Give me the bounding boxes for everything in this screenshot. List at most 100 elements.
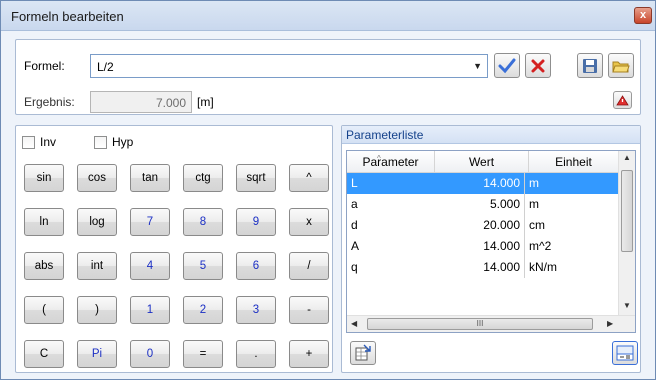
calc-key[interactable]: ^ bbox=[289, 164, 329, 192]
calc-key[interactable]: cos bbox=[77, 164, 117, 192]
window-title: Formeln bearbeiten bbox=[11, 9, 124, 24]
calc-key[interactable]: = bbox=[183, 340, 223, 368]
calc-key[interactable]: 2 bbox=[183, 296, 223, 324]
hyp-label: Hyp bbox=[112, 135, 134, 149]
column-header-parameter[interactable]: ^ Parameter bbox=[347, 151, 435, 173]
calc-key[interactable]: . bbox=[236, 340, 276, 368]
ab-equals-icon bbox=[616, 345, 634, 361]
calc-key[interactable]: 5 bbox=[183, 252, 223, 280]
column-header-wert[interactable]: Wert bbox=[435, 151, 529, 173]
parameter-row[interactable]: d 20.000 cm bbox=[347, 215, 619, 236]
parameter-list-header: Parameterliste bbox=[342, 126, 640, 144]
calc-key[interactable]: sqrt bbox=[236, 164, 276, 192]
calc-key[interactable]: ln bbox=[24, 208, 64, 236]
inv-checkbox[interactable] bbox=[22, 136, 35, 149]
parameter-row[interactable]: q 14.000 kN/m bbox=[347, 257, 619, 278]
table-import-icon bbox=[355, 344, 371, 361]
column-header-parameter-label: Parameter bbox=[362, 155, 419, 169]
parameter-value-cell: 5.000 bbox=[435, 194, 525, 215]
inv-label: Inv bbox=[40, 135, 57, 149]
result-unit: [m] bbox=[197, 95, 214, 109]
sort-arrow-icon: ^ bbox=[377, 154, 381, 163]
parameter-unit-cell: kN/m bbox=[529, 260, 557, 274]
scroll-grip: III bbox=[476, 319, 484, 328]
calc-key[interactable]: sin bbox=[24, 164, 64, 192]
parameter-name-cell: A bbox=[351, 239, 360, 253]
calc-key[interactable]: C bbox=[24, 340, 64, 368]
calculator-panel: Inv Hyp sin cos tan ctg sqrt ^ ln log 7 8 9 x abs int… bbox=[15, 125, 333, 373]
parameter-list-title: Parameterliste bbox=[346, 128, 424, 142]
calc-key[interactable]: 9 bbox=[236, 208, 276, 236]
calc-key[interactable]: ) bbox=[77, 296, 117, 324]
vertical-scroll-thumb[interactable] bbox=[621, 170, 633, 252]
import-parameters-button[interactable] bbox=[350, 341, 376, 365]
calc-key[interactable]: 1 bbox=[130, 296, 170, 324]
parameter-value-cell: 14.000 bbox=[435, 173, 525, 194]
formula-value: L/2 bbox=[97, 60, 114, 74]
parameter-row[interactable]: A 14.000 m^2 bbox=[347, 236, 619, 257]
scroll-right-icon[interactable]: ▶ bbox=[607, 319, 613, 328]
calc-key[interactable]: + bbox=[289, 340, 329, 368]
calc-key[interactable]: 4 bbox=[130, 252, 170, 280]
title-bar[interactable]: Formeln bearbeiten x bbox=[1, 1, 655, 31]
parameter-value-cell: 20.000 bbox=[435, 215, 525, 236]
parameter-row[interactable]: L 14.000 m bbox=[347, 173, 619, 194]
calc-key[interactable]: ctg bbox=[183, 164, 223, 192]
parameter-grid: ^ Parameter Wert Einheit L 14.000 m a 5.000 m… bbox=[346, 150, 636, 333]
open-folder-icon bbox=[612, 61, 630, 72]
result-label: Ergebnis: bbox=[24, 95, 75, 109]
open-button[interactable] bbox=[608, 53, 634, 78]
calc-key[interactable]: Pi bbox=[77, 340, 117, 368]
formula-input[interactable]: L/2 ▼ bbox=[90, 54, 488, 78]
formula-panel: Formel: L/2 ▼ Ergebnis: 7.000 [m] bbox=[15, 39, 641, 115]
hyp-checkbox[interactable] bbox=[94, 136, 107, 149]
floppy-disk-icon bbox=[583, 58, 597, 73]
calc-key[interactable]: x bbox=[289, 208, 329, 236]
result-value: 7.000 bbox=[155, 96, 186, 110]
parameter-unit-cell: m bbox=[529, 197, 539, 211]
calc-key[interactable]: 0 bbox=[130, 340, 170, 368]
result-field: 7.000 bbox=[90, 91, 192, 113]
calc-key[interactable]: 3 bbox=[236, 296, 276, 324]
formula-editor-dialog: Formeln bearbeiten x Formel: L/2 ▼ Ergeb… bbox=[0, 0, 656, 380]
calc-key[interactable]: 8 bbox=[183, 208, 223, 236]
close-icon: x bbox=[639, 9, 647, 21]
assign-value-button[interactable] bbox=[612, 341, 638, 365]
parameter-name-cell: d bbox=[351, 218, 358, 232]
column-header-einheit[interactable]: Einheit bbox=[529, 151, 619, 173]
column-header-wert-label: Wert bbox=[468, 155, 495, 169]
parameter-unit-cell: cm bbox=[529, 218, 545, 232]
parameter-unit-cell: m^2 bbox=[529, 239, 552, 253]
calc-key[interactable]: 7 bbox=[130, 208, 170, 236]
parameter-value-cell: 14.000 bbox=[435, 257, 525, 278]
parameter-row[interactable]: a 5.000 m bbox=[347, 194, 619, 215]
accept-button[interactable] bbox=[494, 53, 520, 78]
horizontal-scrollbar[interactable]: ◀ III ▶ bbox=[347, 315, 635, 332]
red-x-icon bbox=[531, 59, 545, 72]
reject-button[interactable] bbox=[525, 53, 551, 78]
close-button[interactable]: x bbox=[634, 7, 652, 24]
warning-triangle-icon bbox=[616, 94, 629, 105]
calc-key[interactable]: tan bbox=[130, 164, 170, 192]
calc-key[interactable]: / bbox=[289, 252, 329, 280]
warning-button[interactable] bbox=[613, 91, 632, 109]
scroll-up-icon[interactable]: ▲ bbox=[623, 153, 631, 162]
scroll-down-icon[interactable]: ▼ bbox=[623, 301, 631, 310]
vertical-scrollbar[interactable]: ▲ ▼ bbox=[618, 151, 635, 316]
calc-key[interactable]: abs bbox=[24, 252, 64, 280]
save-button[interactable] bbox=[577, 53, 603, 78]
parameter-unit-cell: m bbox=[529, 176, 539, 190]
checkmark-icon bbox=[498, 58, 516, 73]
calc-key[interactable]: int bbox=[77, 252, 117, 280]
calc-key[interactable]: log bbox=[77, 208, 117, 236]
parameter-name-cell: L bbox=[351, 176, 358, 190]
calc-key[interactable]: 6 bbox=[236, 252, 276, 280]
parameter-name-cell: q bbox=[351, 260, 358, 274]
parameter-value-cell: 14.000 bbox=[435, 236, 525, 257]
calc-key[interactable]: - bbox=[289, 296, 329, 324]
calc-key[interactable]: ( bbox=[24, 296, 64, 324]
parameter-panel: Parameterliste ^ Parameter Wert Einheit … bbox=[341, 125, 641, 373]
scroll-left-icon[interactable]: ◀ bbox=[351, 319, 357, 328]
horizontal-scroll-thumb[interactable]: III bbox=[367, 318, 593, 330]
dropdown-arrow-icon[interactable]: ▼ bbox=[473, 61, 482, 71]
